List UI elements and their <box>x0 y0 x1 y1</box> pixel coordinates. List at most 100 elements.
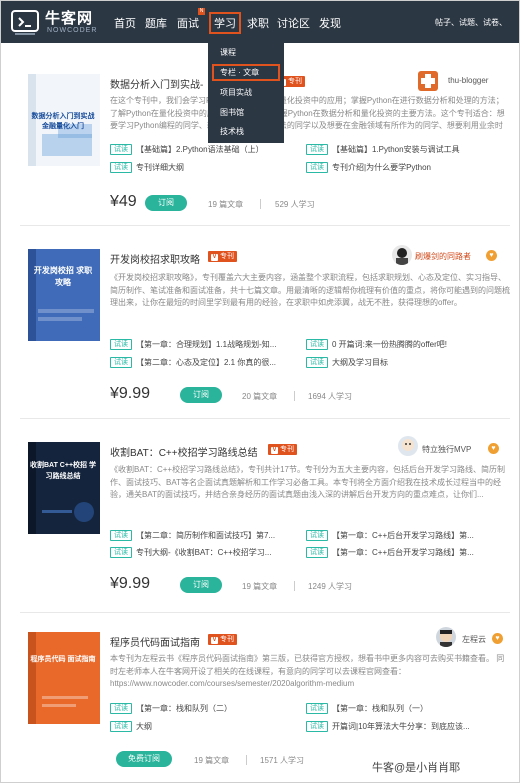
chapter-link[interactable]: 试读 【第一章：C++后台开发学习路线】第... <box>306 547 510 559</box>
chapter-link[interactable]: 试读 【第二章：心态及定位】2.1 你真的很... <box>110 357 306 369</box>
card-divider <box>20 225 510 226</box>
menu-item-columns-articles[interactable]: 专栏 · 文章 <box>212 64 280 81</box>
nowcoder-logo-icon[interactable] <box>9 7 41 37</box>
author-avatar[interactable] <box>398 436 418 456</box>
trial-read-tag: 试读 <box>110 357 132 369</box>
trial-read-tag: 试读 <box>306 703 328 715</box>
trial-read-tag: 试读 <box>306 721 328 733</box>
free-subscribe-button[interactable]: 免费订阅 <box>116 751 172 767</box>
nav-item-discover[interactable]: 发现 <box>319 15 341 31</box>
fan-heart-icon: ♥ <box>486 250 497 261</box>
chapter-link[interactable]: 试读 【第一章：栈和队列（一） <box>306 703 510 715</box>
article-count: 19 篇文章 <box>194 756 230 765</box>
chapter-link[interactable]: 试读 大纲 <box>110 721 306 733</box>
column-price: ¥49 <box>110 193 137 210</box>
brand-name[interactable]: 牛客网 <box>45 7 93 28</box>
article-count: 20 篇文章 <box>242 392 278 401</box>
article-count: 19 篇文章 <box>208 200 244 209</box>
author-avatar[interactable] <box>418 71 438 91</box>
learner-count: 529 人学习 <box>275 200 315 209</box>
new-badge: N <box>198 8 205 15</box>
trial-read-tag: 试读 <box>110 530 132 542</box>
author-name[interactable]: 刷爆剑的同路者 <box>415 251 471 262</box>
search-input[interactable]: 帖子、试题、试卷、 <box>435 17 507 28</box>
learner-count: 1249 人学习 <box>308 582 353 591</box>
column-title[interactable]: 数据分析入门到实战- <box>110 76 203 91</box>
column-card[interactable]: 开发岗校招 求职攻略 开发岗校招求职攻略 V 专刊 刷爆剑的同路者 ♥ 《开发岗校… <box>20 235 518 415</box>
author-avatar[interactable] <box>392 245 412 265</box>
subscribe-button[interactable]: 订阅 <box>145 195 187 211</box>
menu-item-courses[interactable]: 课程 <box>208 44 284 61</box>
chapter-link[interactable]: 试读 专刊详细大纲 <box>110 162 306 174</box>
trial-read-tag: 试读 <box>110 547 132 559</box>
author-name[interactable]: thu-blogger <box>448 76 488 85</box>
book-cover-image[interactable] <box>28 249 100 341</box>
author-name[interactable]: 左程云 <box>462 634 486 645</box>
learner-count: 1571 人学习 <box>260 756 305 765</box>
column-price: ¥9.99 <box>110 575 151 592</box>
trial-read-tag: 试读 <box>306 339 328 351</box>
author-avatar[interactable] <box>436 627 456 647</box>
brand-subtitle: NOWCODER <box>47 27 98 34</box>
subscribe-button[interactable]: 订阅 <box>180 577 222 593</box>
chapter-link[interactable]: 试读 【基础篇】2.Python语法基础（上） <box>110 144 306 156</box>
trial-read-tag: 试读 <box>306 144 328 156</box>
fan-heart-icon: ♥ <box>488 443 499 454</box>
chapter-link[interactable]: 试读 【基础篇】1.Python安装与调试工具 <box>306 144 510 156</box>
book-cover-image[interactable] <box>28 442 100 534</box>
chapter-link[interactable]: 试读 【第一章：栈和队列（二） <box>110 703 306 715</box>
trial-read-tag: 试读 <box>306 357 328 369</box>
trial-read-tag: 试读 <box>110 162 132 174</box>
column-badge: V专刊 <box>208 251 237 262</box>
trial-read-tag: 试读 <box>110 144 132 156</box>
author-name[interactable]: 特立独行MVP <box>422 444 471 455</box>
menu-item-library[interactable]: 图书馆 <box>208 104 284 121</box>
book-cover-title: 程序员代码 面试指南 <box>30 656 96 663</box>
book-cover-image[interactable] <box>28 632 100 724</box>
column-description: 《开发岗校招求职攻略》，专刊覆盖六大主要内容，涵盖整个求职流程，包括求职规划、心… <box>110 273 510 307</box>
chapter-link[interactable]: 试读 【第二章：简历制作和面试技巧】第7... <box>110 530 306 542</box>
column-title[interactable]: 收割BAT：C++校招学习路线总结 <box>110 444 258 459</box>
column-description: 本专刊为左程云书《程序员代码面试指南》第三版，已获得官方授权，想看书中更多内容可… <box>110 654 505 688</box>
trial-read-tag: 试读 <box>110 703 132 715</box>
column-card[interactable]: 收割BAT C++校招 学习路线总结 收割BAT：C++校招学习路线总结 V 专刊… <box>20 428 518 608</box>
card-divider <box>20 418 510 419</box>
card-divider <box>20 612 510 613</box>
learning-dropdown-menu: 课程 专栏 · 文章 项目实战 图书馆 技术栈 <box>208 37 284 143</box>
subscribe-button[interactable]: 订阅 <box>180 387 222 403</box>
column-description: 《收割BAT：C++校招学习路线总结》，专刊共计17节。专刊分为五大主要内容，包… <box>110 465 505 499</box>
column-card[interactable]: 程序员代码 面试指南 程序员代码面试指南 V 专刊 左程云 ♥ 本专刊为左程云书《… <box>20 620 518 780</box>
trial-read-tag: 试读 <box>306 530 328 542</box>
learner-count: 1694 人学习 <box>308 392 353 401</box>
article-count: 19 篇文章 <box>242 582 278 591</box>
chapter-link[interactable]: 试读 专刊大纲-《收割BAT：C++校招学习... <box>110 547 306 559</box>
stat-divider <box>294 391 295 401</box>
nav-item-forum[interactable]: 讨论区 <box>277 15 310 31</box>
nav-item-learning[interactable]: 学习 <box>209 12 241 34</box>
column-price: ¥9.99 <box>110 385 151 402</box>
nav-item-question-bank[interactable]: 题库 <box>145 15 167 31</box>
chapter-link[interactable]: 试读 【第一章：合理规划】1.1战略规划-知... <box>110 339 306 351</box>
chapter-link[interactable]: 试读 专刊介绍|为什么要学Python <box>306 162 510 174</box>
chapter-link[interactable]: 试读 0 开篇词:来一份热腾腾的offer吧! <box>306 339 510 351</box>
menu-item-projects[interactable]: 项目实战 <box>208 84 284 101</box>
chapter-link[interactable]: 试读 【第一章：C++后台开发学习路线】第... <box>306 530 510 542</box>
column-title[interactable]: 开发岗校招求职攻略 <box>110 251 200 266</box>
trial-read-tag: 试读 <box>306 162 328 174</box>
menu-item-tech-stack[interactable]: 技术栈 <box>208 123 284 140</box>
nav-item-home[interactable]: 首页 <box>114 15 136 31</box>
chapter-link[interactable]: 试读 大纲及学习目标 <box>306 357 510 369</box>
column-title[interactable]: 程序员代码面试指南 <box>110 634 200 649</box>
column-badge: V专刊 <box>268 444 297 455</box>
trial-read-tag: 试读 <box>306 547 328 559</box>
chapter-link[interactable]: 试读 开篇词|10年算法大牛分享：到底应该... <box>306 721 510 733</box>
stat-divider <box>294 581 295 591</box>
nav-item-interview[interactable]: 面试 <box>177 15 199 31</box>
book-cover-title: 收割BAT C++校招 学习路线总结 <box>30 462 96 480</box>
column-description: 在这个专刊中，我们会学习Python在数据分析和量化投资中的应用；掌握Pytho… <box>110 96 505 130</box>
book-cover-title: 数据分析入门到实战 金融量化入门 <box>31 113 95 130</box>
trial-read-tag: 试读 <box>110 339 132 351</box>
nav-item-jobs[interactable]: 求职 <box>247 15 269 31</box>
trial-read-tag: 试读 <box>110 721 132 733</box>
fan-heart-icon: ♥ <box>492 633 503 644</box>
